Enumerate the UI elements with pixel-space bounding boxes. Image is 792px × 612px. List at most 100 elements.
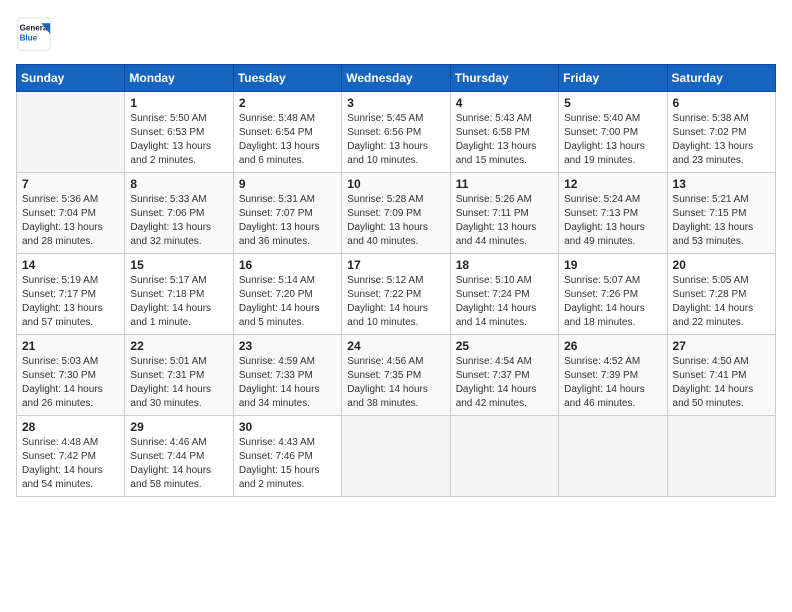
day-number: 11 xyxy=(456,177,553,191)
calendar-cell: 1 Sunrise: 5:50 AM Sunset: 6:53 PM Daylig… xyxy=(125,92,233,173)
day-number: 20 xyxy=(673,258,770,272)
day-number: 30 xyxy=(239,420,336,434)
calendar-cell: 20Sunrise: 5:05 AM Sunset: 7:28 PM Dayli… xyxy=(667,254,775,335)
calendar-cell: 17 Sunrise: 5:12 AM Sunset: 7:22 PM Dayli… xyxy=(342,254,450,335)
day-number: 27 xyxy=(673,339,770,353)
weekday-header-monday: Monday xyxy=(125,65,233,92)
calendar-cell xyxy=(342,416,450,497)
day-number: 6 xyxy=(673,96,770,110)
calendar-cell: 29 Sunrise: 4:46 AM Sunset: 7:44 PM Dayli… xyxy=(125,416,233,497)
calendar-body: 1 Sunrise: 5:50 AM Sunset: 6:53 PM Daylig… xyxy=(17,92,776,497)
day-info: Sunrise: 5:28 AM Sunset: 7:09 PM Dayligh… xyxy=(347,193,444,249)
day-info: Sunrise: 5:19 AM Sunset: 7:17 PM Dayligh… xyxy=(22,274,119,330)
day-number: 14 xyxy=(22,258,119,272)
day-number: 10 xyxy=(347,177,444,191)
weekday-header-tuesday: Tuesday xyxy=(233,65,341,92)
calendar-cell: 23 Sunrise: 4:59 AM Sunset: 7:33 PM Dayli… xyxy=(233,335,341,416)
day-number: 28 xyxy=(22,420,119,434)
calendar-table: SundayMondayTuesdayWednesdayThursdayFrid… xyxy=(16,64,776,497)
weekday-header-sunday: Sunday xyxy=(17,65,125,92)
day-info: Sunrise: 4:50 AM Sunset: 7:41 PM Dayligh… xyxy=(673,355,770,411)
calendar-cell: 18 Sunrise: 5:10 AM Sunset: 7:24 PM Dayli… xyxy=(450,254,558,335)
calendar-cell: 16 Sunrise: 5:14 AM Sunset: 7:20 PM Dayli… xyxy=(233,254,341,335)
day-number: 22 xyxy=(130,339,227,353)
calendar-week-1: 1 Sunrise: 5:50 AM Sunset: 6:53 PM Daylig… xyxy=(17,92,776,173)
calendar-cell: 2 Sunrise: 5:48 AM Sunset: 6:54 PM Daylig… xyxy=(233,92,341,173)
day-number: 17 xyxy=(347,258,444,272)
calendar-cell: 14 Sunrise: 5:19 AM Sunset: 7:17 PM Dayli… xyxy=(17,254,125,335)
day-number: 8 xyxy=(130,177,227,191)
calendar-cell xyxy=(667,416,775,497)
svg-text:Blue: Blue xyxy=(20,33,38,42)
calendar-cell: 3Sunrise: 5:45 AM Sunset: 6:56 PM Daylig… xyxy=(342,92,450,173)
day-info: Sunrise: 4:54 AM Sunset: 7:37 PM Dayligh… xyxy=(456,355,553,411)
calendar-cell: 13 Sunrise: 5:21 AM Sunset: 7:15 PM Dayli… xyxy=(667,173,775,254)
day-number: 15 xyxy=(130,258,227,272)
calendar-cell: 22 Sunrise: 5:01 AM Sunset: 7:31 PM Dayli… xyxy=(125,335,233,416)
calendar-cell: 11Sunrise: 5:26 AM Sunset: 7:11 PM Dayli… xyxy=(450,173,558,254)
day-number: 16 xyxy=(239,258,336,272)
day-info: Sunrise: 4:46 AM Sunset: 7:44 PM Dayligh… xyxy=(130,436,227,492)
day-info: Sunrise: 5:40 AM Sunset: 7:00 PM Dayligh… xyxy=(564,112,661,168)
day-info: Sunrise: 4:52 AM Sunset: 7:39 PM Dayligh… xyxy=(564,355,661,411)
day-info: Sunrise: 5:10 AM Sunset: 7:24 PM Dayligh… xyxy=(456,274,553,330)
calendar-cell: 30 Sunrise: 4:43 AM Sunset: 7:46 PM Dayli… xyxy=(233,416,341,497)
day-info: Sunrise: 5:12 AM Sunset: 7:22 PM Dayligh… xyxy=(347,274,444,330)
day-info: Sunrise: 4:48 AM Sunset: 7:42 PM Dayligh… xyxy=(22,436,119,492)
day-info: Sunrise: 5:38 AM Sunset: 7:02 PM Dayligh… xyxy=(673,112,770,168)
day-number: 21 xyxy=(22,339,119,353)
day-info: Sunrise: 5:07 AM Sunset: 7:26 PM Dayligh… xyxy=(564,274,661,330)
calendar-week-4: 21Sunrise: 5:03 AM Sunset: 7:30 PM Dayli… xyxy=(17,335,776,416)
day-number: 13 xyxy=(673,177,770,191)
calendar-cell: 28 Sunrise: 4:48 AM Sunset: 7:42 PM Dayli… xyxy=(17,416,125,497)
day-info: Sunrise: 5:17 AM Sunset: 7:18 PM Dayligh… xyxy=(130,274,227,330)
calendar-cell xyxy=(17,92,125,173)
day-number: 1 xyxy=(130,96,227,110)
logo: General Blue xyxy=(16,16,56,52)
day-number: 24 xyxy=(347,339,444,353)
weekday-header-saturday: Saturday xyxy=(667,65,775,92)
calendar-cell: 8 Sunrise: 5:33 AM Sunset: 7:06 PM Daylig… xyxy=(125,173,233,254)
weekday-header-thursday: Thursday xyxy=(450,65,558,92)
day-info: Sunrise: 5:48 AM Sunset: 6:54 PM Dayligh… xyxy=(239,112,336,168)
day-info: Sunrise: 4:56 AM Sunset: 7:35 PM Dayligh… xyxy=(347,355,444,411)
day-number: 9 xyxy=(239,177,336,191)
day-number: 25 xyxy=(456,339,553,353)
day-info: Sunrise: 5:36 AM Sunset: 7:04 PM Dayligh… xyxy=(22,193,119,249)
day-number: 7 xyxy=(22,177,119,191)
calendar-cell: 19Sunrise: 5:07 AM Sunset: 7:26 PM Dayli… xyxy=(559,254,667,335)
day-number: 26 xyxy=(564,339,661,353)
day-info: Sunrise: 5:31 AM Sunset: 7:07 PM Dayligh… xyxy=(239,193,336,249)
calendar-cell: 7 Sunrise: 5:36 AM Sunset: 7:04 PM Daylig… xyxy=(17,173,125,254)
calendar-week-5: 28 Sunrise: 4:48 AM Sunset: 7:42 PM Dayli… xyxy=(17,416,776,497)
calendar-cell: 6 Sunrise: 5:38 AM Sunset: 7:02 PM Daylig… xyxy=(667,92,775,173)
weekday-header-wednesday: Wednesday xyxy=(342,65,450,92)
calendar-cell: 9 Sunrise: 5:31 AM Sunset: 7:07 PM Daylig… xyxy=(233,173,341,254)
day-info: Sunrise: 5:01 AM Sunset: 7:31 PM Dayligh… xyxy=(130,355,227,411)
logo-icon: General Blue xyxy=(16,16,52,52)
day-info: Sunrise: 5:45 AM Sunset: 6:56 PM Dayligh… xyxy=(347,112,444,168)
day-info: Sunrise: 5:50 AM Sunset: 6:53 PM Dayligh… xyxy=(130,112,227,168)
day-info: Sunrise: 4:59 AM Sunset: 7:33 PM Dayligh… xyxy=(239,355,336,411)
page-header: General Blue xyxy=(16,16,776,52)
calendar-cell xyxy=(559,416,667,497)
day-number: 18 xyxy=(456,258,553,272)
calendar-cell: 5Sunrise: 5:40 AM Sunset: 7:00 PM Daylig… xyxy=(559,92,667,173)
calendar-cell: 26 Sunrise: 4:52 AM Sunset: 7:39 PM Dayli… xyxy=(559,335,667,416)
day-number: 29 xyxy=(130,420,227,434)
day-info: Sunrise: 5:33 AM Sunset: 7:06 PM Dayligh… xyxy=(130,193,227,249)
calendar-cell: 24 Sunrise: 4:56 AM Sunset: 7:35 PM Dayli… xyxy=(342,335,450,416)
weekday-header-friday: Friday xyxy=(559,65,667,92)
day-info: Sunrise: 5:14 AM Sunset: 7:20 PM Dayligh… xyxy=(239,274,336,330)
day-info: Sunrise: 5:43 AM Sunset: 6:58 PM Dayligh… xyxy=(456,112,553,168)
day-number: 2 xyxy=(239,96,336,110)
calendar-cell: 25 Sunrise: 4:54 AM Sunset: 7:37 PM Dayli… xyxy=(450,335,558,416)
day-info: Sunrise: 4:43 AM Sunset: 7:46 PM Dayligh… xyxy=(239,436,336,492)
day-number: 23 xyxy=(239,339,336,353)
day-info: Sunrise: 5:24 AM Sunset: 7:13 PM Dayligh… xyxy=(564,193,661,249)
day-info: Sunrise: 5:21 AM Sunset: 7:15 PM Dayligh… xyxy=(673,193,770,249)
day-number: 12 xyxy=(564,177,661,191)
calendar-cell: 21Sunrise: 5:03 AM Sunset: 7:30 PM Dayli… xyxy=(17,335,125,416)
calendar-week-2: 7 Sunrise: 5:36 AM Sunset: 7:04 PM Daylig… xyxy=(17,173,776,254)
day-number: 4 xyxy=(456,96,553,110)
